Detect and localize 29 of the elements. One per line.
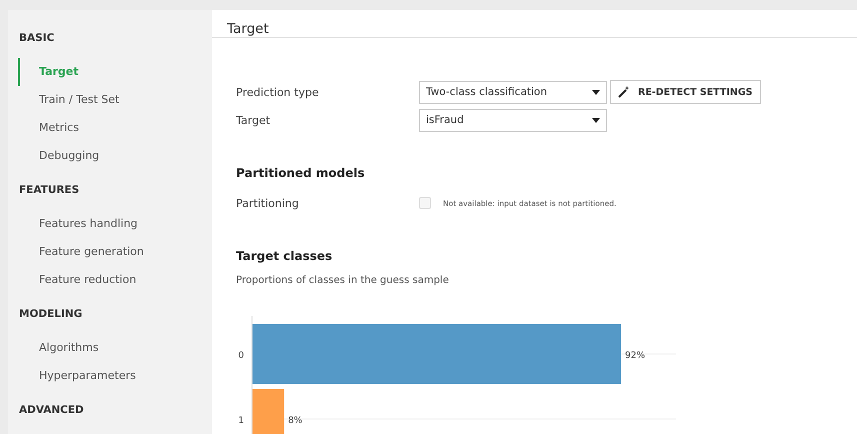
field-label: Prediction type	[236, 86, 320, 98]
field-label: Partitioning	[236, 196, 300, 210]
redetect-button[interactable]: RE-DETECT SETTINGS	[610, 80, 760, 104]
magic-wand-icon	[618, 86, 630, 98]
sidebar-item[interactable]: Train / Test Set	[18, 86, 212, 114]
section-title: MODELING	[19, 308, 84, 320]
section-title: ADVANCED	[19, 404, 85, 416]
section-heading: Target classes	[236, 249, 334, 263]
section-heading: Partitioned models	[236, 166, 366, 180]
sidebar-item[interactable]: Features handling	[18, 210, 212, 238]
caret-icon	[592, 90, 600, 94]
sidebar-item[interactable]: Debugging	[18, 142, 212, 170]
sidebar-item[interactable]: Hyperparameters	[18, 362, 212, 390]
caret-icon	[592, 118, 600, 122]
section-title: FEATURES	[19, 184, 80, 196]
sidebar-item[interactable]: Feature reduction	[18, 266, 212, 294]
field-label: Target	[236, 114, 272, 126]
category-label: 0	[238, 351, 244, 361]
page-title: Target	[212, 10, 857, 38]
value-label: 92%	[625, 351, 646, 361]
sidebar-item[interactable]: Feature generation	[18, 238, 212, 266]
section-title: BASIC	[19, 32, 56, 44]
sidebar-item[interactable]: Metrics	[18, 114, 212, 142]
sidebar-item[interactable]: Algorithms	[18, 334, 212, 362]
dropdown[interactable]: Two-class classification	[419, 80, 607, 104]
value-label: 8%	[288, 416, 302, 426]
dropdown[interactable]: isFraud	[419, 108, 607, 132]
subtitle-text: Proportions of classes in the guess sample	[236, 275, 450, 286]
category-label: 1	[238, 416, 244, 426]
